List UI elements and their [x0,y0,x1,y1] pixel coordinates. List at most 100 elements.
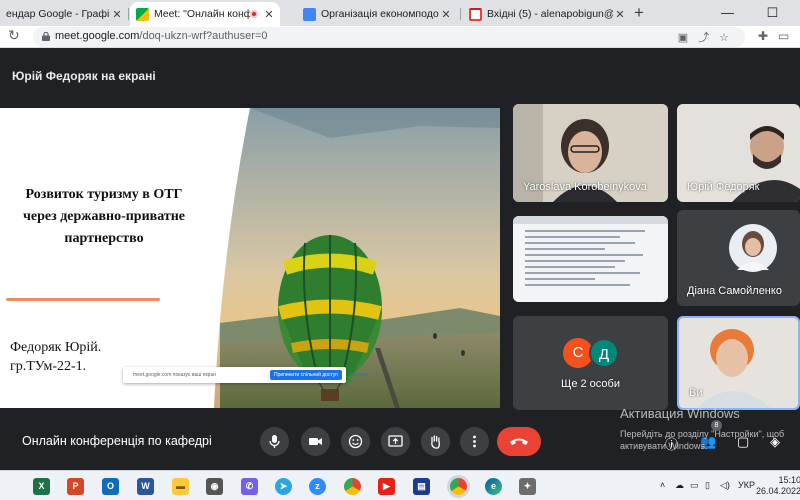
tab-title: Meet: "Онлайн конференція [154,8,250,20]
meet-icon [136,7,149,21]
system-clock[interactable]: 15:10 26.04.2022 [756,475,800,497]
slide-title-line: через державно-приватне [22,209,186,224]
more-vertical-icon [473,435,476,448]
tab-title: ендар Google - Графік почин [6,8,110,20]
meeting-name: Онлайн конференція по кафедрі [22,434,212,448]
viber-icon[interactable]: ✆ [241,478,258,495]
present-screen-icon [388,435,403,447]
video-camera-icon [309,438,322,445]
participant-tile[interactable]: Юрій Федоряк [677,104,800,202]
clock-time: 15:10 [778,475,800,485]
app-icon[interactable]: ▤ [413,478,430,495]
address-bar[interactable]: meet.google.com/doq-ukzn-wrf?authuser=0 … [33,27,745,47]
tab-meet[interactable]: Meet: "Онлайн конференція ✕ [130,2,280,26]
tray-icon[interactable]: ☁ [675,480,684,491]
shared-presentation: Розвиток туризму в ОТГ через державно-пр… [0,108,500,408]
bookmark-star-icon[interactable]: ☆ [719,32,739,44]
screen-share-bar: meet.google.com показує ваш екран Припин… [123,367,368,383]
tab-separator [460,8,461,20]
slide-author: Федоряк Юрій. гр.ТУм-22-1. [10,338,101,376]
tray-icon[interactable]: ▭ [690,480,699,491]
shared-screen-thumbnail [513,216,668,302]
author-group: гр.ТУм-22-1. [10,359,87,374]
outlook-icon[interactable]: O [102,478,119,495]
chrome-active-icon[interactable] [450,478,467,495]
self-view-tile[interactable]: Ви [677,316,800,410]
volume-icon[interactable]: ◁) [720,480,730,491]
tray-chevron-icon[interactable]: ˄ [660,480,665,490]
word-icon[interactable]: W [137,478,154,495]
docs-icon [303,7,316,21]
url-path: /doq-ukzn-wrf?authuser=0 [139,30,268,42]
share-icon[interactable]: ⤴ [698,32,719,44]
microphone-icon [269,435,280,448]
clock-date: 26.04.2022 [756,486,800,496]
reactions-button[interactable] [341,427,370,456]
browser-tab-strip: ендар Google - Графік почин ✕ Meet: "Онл… [0,0,800,26]
camera-app-icon[interactable]: ◉ [206,478,223,495]
language-indicator[interactable]: УКР [738,480,755,490]
address-bar-icons: ▣⤴☆ [678,29,739,45]
participant-name: Ви [689,387,703,399]
lock-icon [42,32,50,41]
participant-name: Діана Самойленко [687,285,782,297]
presenter-banner: Юрій Федоряк на екрані [12,69,156,83]
more-options-button[interactable] [460,427,489,456]
file-explorer-icon[interactable]: ▬ [172,478,189,495]
close-icon[interactable]: ✕ [110,8,124,21]
side-panel-icon[interactable]: ▭ [778,29,789,43]
windows-taskbar: X P O W ▬ ◉ ✆ ➤ z ▶ ▤ e ✦ ˄ ☁ ▭ ▯ ◁) УКР… [0,470,800,500]
windows-activation-watermark: Активация Windows Перейдіть до розділу "… [620,406,784,452]
hide-share-bar-button[interactable]: Сховати [349,372,368,378]
minimize-button[interactable]: — [705,0,750,26]
browser-toolbar: ↻ meet.google.com/doq-ukzn-wrf?authuser=… [0,26,800,48]
url-host: meet.google.com [55,30,140,42]
slide-title: Розвиток туризму в ОТГ через державно-пр… [4,184,204,250]
excel-icon[interactable]: X [33,478,50,495]
extensions-icon[interactable]: ✚ [758,29,768,43]
hand-icon [431,435,440,449]
author-name: Федоряк Юрій. [10,340,102,355]
media-player-icon[interactable]: ▶ [378,478,395,495]
participant-tile[interactable]: Діана Самойленко [677,210,800,306]
microphone-button[interactable] [260,427,289,456]
tab-docs[interactable]: Організація економподорожей ✕ [297,2,457,26]
powerpoint-icon[interactable]: P [67,478,84,495]
telegram-icon[interactable]: ➤ [275,478,292,495]
participant-name: Yaroslava Korobeinykova [523,181,647,193]
recording-icon [250,10,258,18]
others-tile[interactable]: С Д Ще 2 особи [513,316,668,410]
zoom-icon[interactable]: z [309,478,326,495]
avatar: Д [589,338,619,368]
participant-screen-tile[interactable] [513,216,668,302]
close-icon[interactable]: ✕ [262,8,276,21]
url-text: meet.google.com/doq-ukzn-wrf?authuser=0 [55,30,268,42]
tab-gmail[interactable]: Вхідні (5) - alenapobigun@gmail ✕ [463,2,631,26]
tab-calendar[interactable]: ендар Google - Графік почин ✕ [0,2,128,26]
close-icon[interactable]: ✕ [613,8,627,21]
leave-call-button[interactable] [497,427,541,456]
new-tab-button[interactable]: + [634,3,644,23]
stop-sharing-button[interactable]: Припинити спільний доступ [270,370,342,380]
hang-up-icon [510,438,528,445]
slide-title-line: Розвиток туризму в ОТГ [25,187,183,202]
activation-title: Активация Windows [620,406,740,421]
app-icon-2[interactable]: ✦ [519,478,536,495]
emoji-icon [348,434,363,449]
camera-icon[interactable]: ▣ [678,32,698,44]
share-message: meet.google.com показує ваш екран [133,372,217,378]
battery-icon[interactable]: ▯ [705,480,710,491]
present-button[interactable] [381,427,410,456]
others-label: Ще 2 особи [561,378,620,390]
tab-title: Вхідні (5) - alenapobigun@gmail [487,8,613,20]
reload-icon[interactable]: ↻ [8,27,20,44]
participant-tile[interactable]: Yaroslava Korobeinykova [513,104,668,202]
close-icon[interactable]: ✕ [439,8,453,21]
camera-button[interactable] [301,427,330,456]
meet-header: Юрій Федоряк на екрані [0,48,800,102]
maximize-button[interactable]: ☐ [750,0,795,26]
activation-line: активувати Windows. [620,441,708,451]
edge-icon[interactable]: e [485,478,502,495]
raise-hand-button[interactable] [421,427,450,456]
chrome-icon[interactable] [344,478,361,495]
